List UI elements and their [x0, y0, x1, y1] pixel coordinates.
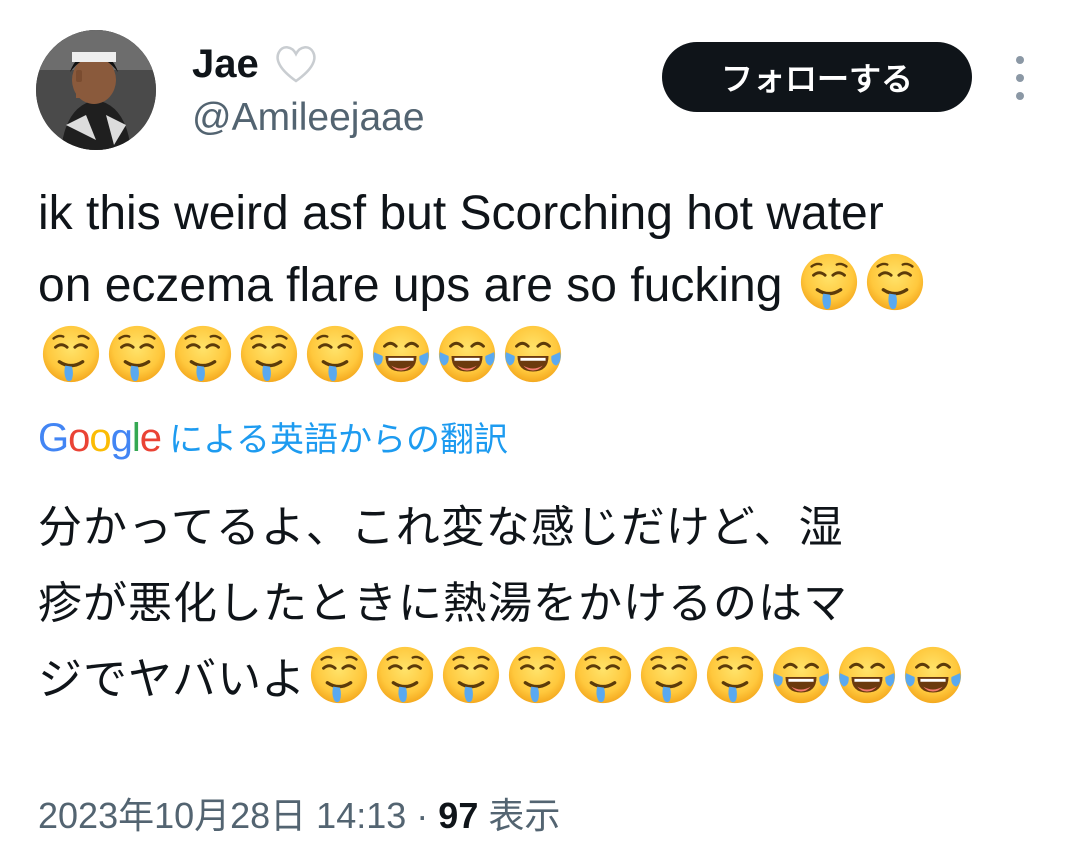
drooling-face-icon [106, 323, 168, 385]
tweet-text-line: ik this weird asf but Scorching hot wate… [38, 187, 884, 240]
drooling-face-icon [864, 251, 926, 313]
drooling-face-icon [572, 644, 634, 706]
views-label: 表示 [488, 795, 561, 836]
translation-label[interactable]: による英語からの翻訳 [169, 412, 508, 461]
drooling-face-icon [308, 644, 370, 706]
drooling-face-icon [638, 644, 700, 706]
tweet-text: ik this weird asf but Scorching hot wate… [38, 178, 1048, 394]
timestamp[interactable]: 2023年10月28日 14:13 [38, 795, 406, 836]
tears-of-joy-face-icon [902, 644, 964, 706]
drooling-face-icon [506, 644, 568, 706]
tears-of-joy-face-icon [836, 644, 898, 706]
avatar[interactable] [36, 30, 156, 150]
translated-text-fragment: ジでヤバいよ [38, 654, 307, 705]
translated-text-line: 疹が悪化したときに熱湯をかけるのはマ [38, 578, 848, 629]
more-dot [1016, 92, 1024, 100]
drooling-face-icon [304, 323, 366, 385]
drooling-face-icon [172, 323, 234, 385]
drooling-face-icon [704, 644, 766, 706]
translated-text-line: 分かってるよ、これ変な感じだけど、湿 [38, 502, 844, 553]
tears-of-joy-face-icon [370, 323, 432, 385]
views-count: 97 [438, 795, 479, 836]
translation-link[interactable]: Google による英語からの翻訳 [38, 412, 508, 461]
google-logo: Google [38, 416, 162, 460]
meta-separator: · [416, 795, 429, 836]
tears-of-joy-face-icon [770, 644, 832, 706]
more-dot [1016, 56, 1024, 64]
user-handle[interactable]: @Amileejaae [192, 94, 425, 142]
tweet-text-fragment: on eczema flare ups are so fucking [38, 259, 783, 312]
tweet-text-line: on eczema flare ups are so fucking [38, 250, 1048, 322]
white-heart-icon [273, 43, 319, 85]
follow-button[interactable]: フォローする [662, 42, 972, 112]
more-dot [1016, 74, 1024, 82]
tweet-emoji-line [38, 322, 1048, 394]
tweet-meta: 2023年10月28日 14:13 · 97 表示 [38, 792, 560, 840]
drooling-face-icon [40, 323, 102, 385]
drooling-face-icon [440, 644, 502, 706]
tweet-card: Jae @Amileejaae フォローする ik this weird asf… [0, 0, 1079, 844]
drooling-face-icon [798, 251, 860, 313]
drooling-face-icon [374, 644, 436, 706]
tears-of-joy-face-icon [502, 323, 564, 385]
translated-text-line: ジでヤバいよ [38, 642, 1048, 718]
tears-of-joy-face-icon [436, 323, 498, 385]
drooling-face-icon [238, 323, 300, 385]
display-name[interactable]: Jae [192, 38, 259, 90]
user-name-row: Jae [192, 38, 319, 90]
translated-text: 分かってるよ、これ変な感じだけど、湿 疹が悪化したときに熱湯をかけるのはマ ジで… [38, 490, 1048, 718]
more-vertical-icon[interactable] [1006, 56, 1034, 100]
